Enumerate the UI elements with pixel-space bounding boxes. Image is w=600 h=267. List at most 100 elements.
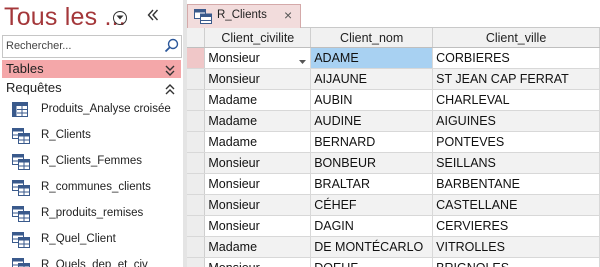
- row-selector[interactable]: [187, 173, 206, 195]
- search-input[interactable]: [6, 38, 156, 54]
- cell-ville[interactable]: BRIGNOLES: [432, 257, 600, 267]
- cell-ville[interactable]: CASTELLANE: [432, 194, 600, 216]
- cell-civilite[interactable]: Monsieur: [204, 257, 312, 267]
- group-tables-label: Tables: [6, 61, 44, 76]
- table-row[interactable]: Monsieur BONBEUR SEILLANS: [187, 152, 600, 174]
- cell-civilite[interactable]: Monsieur: [204, 194, 312, 216]
- row-selector[interactable]: [187, 68, 206, 90]
- search-icon[interactable]: [164, 38, 179, 58]
- cell-nom[interactable]: CÉHEF: [310, 194, 434, 216]
- table-row[interactable]: Monsieur BRALTAR BARBENTANE: [187, 173, 600, 195]
- cell-nom[interactable]: AIJAUNE: [310, 68, 434, 90]
- cell-ville[interactable]: PONTEVES: [432, 131, 600, 153]
- cell-ville[interactable]: CORBIERES: [432, 47, 600, 69]
- query-label: R_produits_remises: [41, 207, 144, 219]
- tab-r-clients[interactable]: R_Clients ×: [187, 4, 301, 28]
- query-label: R_Clients_Femmes: [41, 155, 142, 167]
- row-selector[interactable]: [187, 47, 206, 69]
- row-selector[interactable]: [187, 110, 206, 132]
- tab-label: R_Clients: [217, 9, 267, 21]
- nav-item-query[interactable]: R_Clients: [0, 124, 183, 150]
- column-header-nom[interactable]: Client_nom: [310, 28, 434, 48]
- cell-ville[interactable]: VITROLLES: [432, 236, 600, 258]
- row-selector[interactable]: [187, 215, 206, 237]
- row-selector[interactable]: [187, 257, 206, 267]
- cell-ville[interactable]: ST JEAN CAP FERRAT: [432, 68, 600, 90]
- group-tables[interactable]: Tables: [2, 60, 181, 78]
- query-label: R_communes_clients: [41, 181, 151, 193]
- cell-nom[interactable]: DOEUF: [310, 257, 434, 267]
- select-query-icon: [12, 206, 30, 227]
- group-queries[interactable]: Requêtes: [2, 79, 181, 97]
- cell-value: Monsieur: [208, 51, 260, 65]
- table-row[interactable]: Monsieur CÉHEF CASTELLANE: [187, 194, 600, 216]
- cell-nom[interactable]: DE MONTÉCARLO: [310, 236, 434, 258]
- crosstab-query-icon: [12, 102, 28, 122]
- select-query-icon: [12, 154, 30, 175]
- row-selector[interactable]: [187, 236, 206, 258]
- column-header-ville[interactable]: Client_ville: [432, 28, 600, 48]
- cell-ville[interactable]: BARBENTANE: [432, 173, 600, 195]
- cell-ville[interactable]: CERVIERES: [432, 215, 600, 237]
- select-all-corner[interactable]: [187, 28, 206, 48]
- row-selector[interactable]: [187, 152, 206, 174]
- table-row[interactable]: Monsieur ADAME CORBIERES: [187, 47, 600, 69]
- cell-civilite[interactable]: Monsieur: [204, 152, 312, 174]
- cell-nom[interactable]: AUDINE: [310, 110, 434, 132]
- cell-nom[interactable]: BRALTAR: [310, 173, 434, 195]
- cell-nom[interactable]: BERNARD: [310, 131, 434, 153]
- cell-civilite[interactable]: Monsieur: [204, 215, 312, 237]
- cell-civilite[interactable]: Monsieur: [204, 47, 312, 69]
- cell-civilite[interactable]: Monsieur: [204, 173, 312, 195]
- table-row[interactable]: Monsieur DOEUF BRIGNOLES: [187, 257, 600, 267]
- cell-nom[interactable]: AUBIN: [310, 89, 434, 111]
- cell-civilite[interactable]: Madame: [204, 89, 312, 111]
- table-row[interactable]: Madame DE MONTÉCARLO VITROLLES: [187, 236, 600, 258]
- cell-nom[interactable]: ADAME: [310, 47, 434, 69]
- nav-title[interactable]: Tous les ...: [4, 3, 126, 32]
- select-query-icon: [12, 180, 30, 201]
- query-label: Produits_Analyse croisée: [41, 103, 171, 115]
- query-label: R_Quels_dep_et_civ: [41, 259, 148, 267]
- query-label: R_Quel_Client: [41, 233, 116, 245]
- nav-item-query[interactable]: R_produits_remises: [0, 202, 183, 228]
- row-selector[interactable]: [187, 131, 206, 153]
- nav-item-query[interactable]: R_Quels_dep_et_civ: [0, 254, 183, 267]
- datasheet: Client_civilite Client_nom Client_ville …: [187, 28, 600, 267]
- cell-civilite[interactable]: Madame: [204, 110, 312, 132]
- table-row[interactable]: Madame AUDINE AIGUINES: [187, 110, 600, 132]
- cell-nom[interactable]: BONBEUR: [310, 152, 434, 174]
- nav-item-query[interactable]: Produits_Analyse croisée: [0, 98, 183, 124]
- select-query-icon: [194, 9, 212, 29]
- nav-menu-dropdown-icon[interactable]: [113, 11, 127, 25]
- select-query-icon: [12, 232, 30, 253]
- datasheet-table: Client_civilite Client_nom Client_ville …: [187, 28, 600, 267]
- cell-ville[interactable]: SEILLANS: [432, 152, 600, 174]
- row-selector[interactable]: [187, 194, 206, 216]
- table-row[interactable]: Madame BERNARD PONTEVES: [187, 131, 600, 153]
- document-area: R_Clients × Client_civilite Client_nom C…: [187, 0, 600, 267]
- close-icon[interactable]: ×: [284, 7, 292, 23]
- cell-nom[interactable]: DAGIN: [310, 215, 434, 237]
- cell-ville[interactable]: AIGUINES: [432, 110, 600, 132]
- query-list: Produits_Analyse croisée R_Clients R_Cli…: [0, 98, 183, 267]
- query-label: R_Clients: [41, 129, 91, 141]
- nav-item-query[interactable]: R_Clients_Femmes: [0, 150, 183, 176]
- nav-item-query[interactable]: R_communes_clients: [0, 176, 183, 202]
- nav-item-query[interactable]: R_Quel_Client: [0, 228, 183, 254]
- cell-civilite[interactable]: Madame: [204, 236, 312, 258]
- collapse-pane-icon[interactable]: [147, 8, 159, 26]
- cell-civilite[interactable]: Monsieur: [204, 68, 312, 90]
- row-selector[interactable]: [187, 89, 206, 111]
- search-box: [2, 35, 182, 58]
- cell-ville[interactable]: CHARLEVAL: [432, 89, 600, 111]
- column-header-civilite[interactable]: Client_civilite: [204, 28, 312, 48]
- table-row[interactable]: Madame AUBIN CHARLEVAL: [187, 89, 600, 111]
- table-row[interactable]: Monsieur DAGIN CERVIERES: [187, 215, 600, 237]
- table-row[interactable]: Monsieur AIJAUNE ST JEAN CAP FERRAT: [187, 68, 600, 90]
- group-queries-label: Requêtes: [6, 80, 62, 95]
- cell-civilite[interactable]: Madame: [204, 131, 312, 153]
- dropdown-arrow-icon[interactable]: [299, 54, 307, 68]
- nav-header: Tous les ...: [0, 0, 183, 36]
- select-query-icon: [12, 128, 30, 149]
